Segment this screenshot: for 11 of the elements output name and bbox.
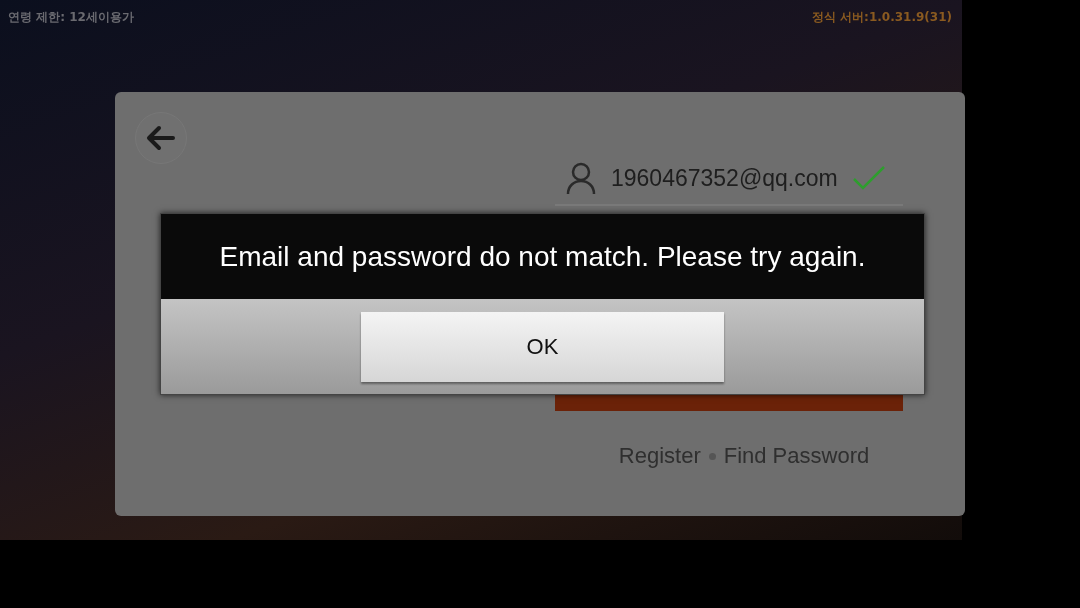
age-rating-label: 연령 제한: 12세이용가	[8, 9, 134, 26]
text-link[interactable]: Register	[618, 443, 701, 469]
separator-dot	[708, 452, 716, 460]
ok-button[interactable]: OK	[361, 311, 724, 382]
alert-message: Email and password do not match. Please try again.	[161, 214, 924, 299]
text-link[interactable]: Find Password	[723, 443, 870, 469]
email-value: 1960467352@qq.com	[611, 164, 838, 192]
user-icon	[565, 161, 597, 195]
email-field[interactable]: 1960467352@qq.com	[555, 152, 903, 206]
server-version-label: 정식 서버:1.0.31.9(31)	[811, 9, 952, 26]
back-button[interactable]	[135, 112, 187, 164]
